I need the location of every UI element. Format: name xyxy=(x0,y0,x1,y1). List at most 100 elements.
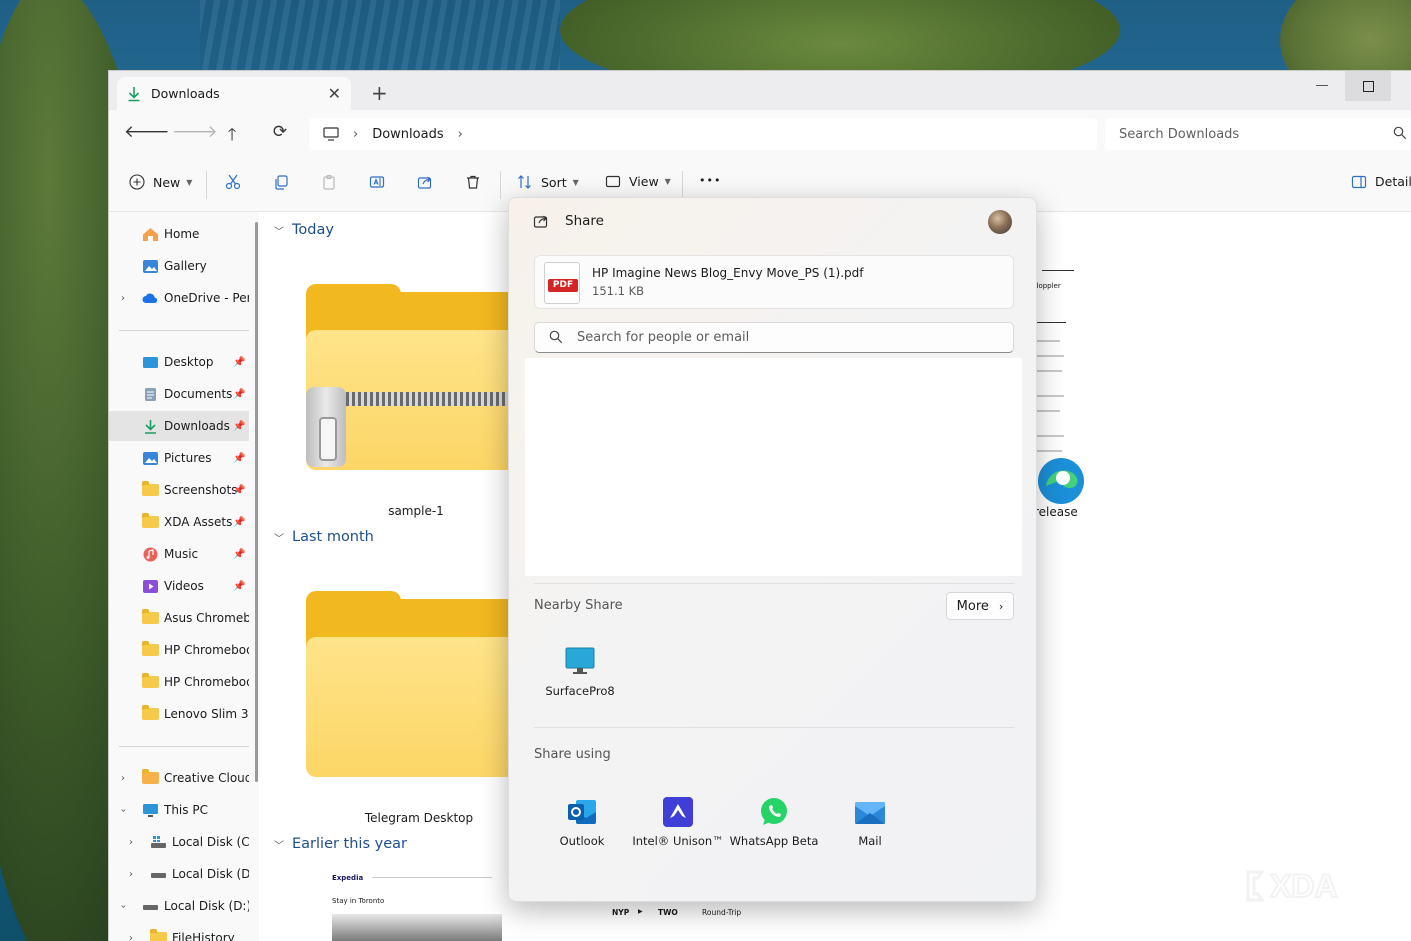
group-header-earlier-this-year[interactable]: ﹀ Earlier this year xyxy=(274,836,407,852)
view-button[interactable]: View ▼ xyxy=(605,174,671,189)
file-name-telegram-desktop[interactable]: Telegram Desktop xyxy=(354,811,484,825)
pin-icon[interactable]: 📌 xyxy=(233,581,245,592)
this-pc-icon xyxy=(143,803,158,817)
sidebar-item-desktop[interactable]: Desktop 📌 xyxy=(109,347,249,377)
chevron-right-icon[interactable]: › xyxy=(121,293,125,304)
sidebar-item-videos[interactable]: Videos 📌 xyxy=(109,571,249,601)
chevron-right-icon[interactable]: › xyxy=(129,933,133,941)
file-name-sample-1[interactable]: sample-1 xyxy=(346,504,486,518)
view-icon xyxy=(605,175,621,187)
chevron-down-icon[interactable]: › xyxy=(118,808,129,812)
sidebar-item-downloads[interactable]: Downloads 📌 xyxy=(109,411,249,441)
sidebar-item-lenovo-slim[interactable]: Lenovo Slim 3i Chromebook xyxy=(109,699,249,729)
sidebar-item-xda-assets[interactable]: XDA Assets 📌 xyxy=(109,507,249,537)
sidebar-item-gallery[interactable]: Gallery xyxy=(109,251,249,281)
sidebar-item-screenshots[interactable]: Screenshots 📌 xyxy=(109,475,249,505)
sidebar-item-label: Lenovo Slim 3i Chromebook xyxy=(164,707,249,721)
sidebar-item-label: Home xyxy=(164,227,200,241)
sidebar-item-local-disk-d-expanded[interactable]: › Local Disk (D:) xyxy=(109,891,250,921)
file-name-release[interactable]: release xyxy=(1034,505,1094,519)
search-downloads-input[interactable]: Search Downloads xyxy=(1105,118,1411,150)
sidebar-item-label: OneDrive - Personal xyxy=(164,291,249,305)
people-search-input[interactable]: Search for people or email xyxy=(534,322,1014,353)
cut-button[interactable] xyxy=(225,174,241,190)
sort-button[interactable]: Sort ▼ xyxy=(517,174,579,190)
share-app-outlook[interactable]: Outlook xyxy=(534,796,630,848)
minimize-button[interactable] xyxy=(1299,71,1345,101)
sidebar-item-label: FileHistory xyxy=(172,931,235,941)
chevron-right-icon[interactable]: › xyxy=(129,869,133,880)
sidebar-item-home[interactable]: Home xyxy=(109,219,249,249)
videos-icon xyxy=(143,579,158,593)
breadcrumb-downloads[interactable]: Downloads xyxy=(372,127,443,142)
pin-icon[interactable]: 📌 xyxy=(233,453,245,464)
share-title: Share xyxy=(565,212,604,229)
sidebar-item-filehistory[interactable]: › FileHistory xyxy=(109,923,249,941)
group-label: Earlier this year xyxy=(292,836,407,852)
drive-icon xyxy=(143,904,158,910)
folder-icon[interactable] xyxy=(306,591,516,779)
forward-button[interactable]: 🡒 xyxy=(172,122,218,142)
share-app-whatsapp-beta[interactable]: WhatsApp Beta xyxy=(726,796,822,848)
sidebar-item-pictures[interactable]: Pictures 📌 xyxy=(109,443,249,473)
delete-button[interactable] xyxy=(465,174,481,190)
share-app-intel-unison[interactable]: Intel® Unison™ xyxy=(630,796,726,848)
edge-browser-icon[interactable] xyxy=(1036,456,1086,506)
sidebar-item-asus-chromebook[interactable]: Asus Chromebook xyxy=(109,603,249,633)
nearby-more-button[interactable]: More › xyxy=(946,592,1014,620)
zip-folder-icon[interactable] xyxy=(306,284,516,472)
sidebar-item-onedrive[interactable]: › OneDrive - Personal xyxy=(109,283,249,313)
minimize-icon xyxy=(1316,85,1328,86)
sidebar-item-local-disk-c[interactable]: › Local Disk (C:) xyxy=(109,827,249,857)
paste-button[interactable] xyxy=(321,174,337,190)
avatar[interactable] xyxy=(988,210,1012,234)
sidebar-item-creative-cloud[interactable]: › Creative Cloud Files xyxy=(109,763,249,793)
group-header-today[interactable]: ﹀ Today xyxy=(274,222,334,238)
breadcrumb-chevron-icon[interactable]: › xyxy=(458,127,463,142)
nearby-device-surfacepro8[interactable]: SurfacePro8 xyxy=(532,646,628,698)
pin-icon[interactable]: 📌 xyxy=(233,389,245,400)
sidebar-item-this-pc[interactable]: › This PC xyxy=(109,795,249,825)
pin-icon[interactable]: 📌 xyxy=(233,485,245,496)
pin-icon[interactable]: 📌 xyxy=(233,421,245,432)
chevron-down-icon[interactable]: › xyxy=(118,904,129,908)
close-tab-button[interactable]: ✕ xyxy=(328,84,341,103)
sidebar-item-local-disk-d[interactable]: › Local Disk (D:) xyxy=(109,859,249,889)
new-button[interactable]: New ▼ xyxy=(129,174,192,190)
up-button[interactable]: 🡑 xyxy=(220,122,244,151)
thumbnail-image xyxy=(332,914,502,941)
pin-icon[interactable]: 📌 xyxy=(233,549,245,560)
sidebar-item-hp-chromebook-2[interactable]: HP Chromebook xyxy=(109,667,249,697)
sidebar-item-documents[interactable]: Documents 📌 xyxy=(109,379,249,409)
expedia-thumbnail[interactable]: Expedia Stay in Toronto xyxy=(332,872,504,941)
thumbnail-line xyxy=(372,877,492,878)
see-more-button[interactable]: ••• xyxy=(699,174,721,187)
address-bar[interactable]: › Downloads › xyxy=(309,118,1097,150)
sidebar-item-music[interactable]: Music 📌 xyxy=(109,539,249,569)
pin-icon[interactable]: 📌 xyxy=(233,517,245,528)
sidebar-item-hp-chromebook[interactable]: HP Chromebook xyxy=(109,635,249,665)
zipper-pull-icon xyxy=(306,387,346,467)
new-tab-button[interactable]: + xyxy=(371,81,388,105)
app-name: Intel® Unison™ xyxy=(632,834,724,848)
share-app-mail[interactable]: Mail xyxy=(822,796,918,848)
tab-downloads[interactable]: Downloads ✕ xyxy=(117,77,351,110)
group-header-last-month[interactable]: ﹀ Last month xyxy=(274,529,374,545)
rename-button[interactable] xyxy=(369,174,385,190)
pin-icon[interactable]: 📌 xyxy=(233,357,245,368)
share-button[interactable] xyxy=(417,174,433,190)
chevron-right-icon[interactable]: › xyxy=(129,837,133,848)
chevron-right-icon[interactable]: › xyxy=(121,773,125,784)
sort-label: Sort xyxy=(541,174,567,190)
rename-icon xyxy=(369,176,385,188)
breadcrumb-separator-icon: › xyxy=(353,126,359,142)
back-button[interactable]: 🡐 xyxy=(124,122,170,142)
copy-button[interactable] xyxy=(273,174,289,190)
sidebar-scrollbar[interactable] xyxy=(255,222,258,782)
thumbnail-text: doppler xyxy=(1034,282,1061,290)
thumbnail-line xyxy=(1034,355,1064,357)
details-button[interactable]: Details xyxy=(1351,174,1411,189)
flight-ticket-thumbnail[interactable]: NYP ▶ TWO Round-Trip xyxy=(610,902,750,941)
refresh-button[interactable]: ⟳ xyxy=(268,122,292,142)
maximize-button[interactable] xyxy=(1345,71,1391,101)
